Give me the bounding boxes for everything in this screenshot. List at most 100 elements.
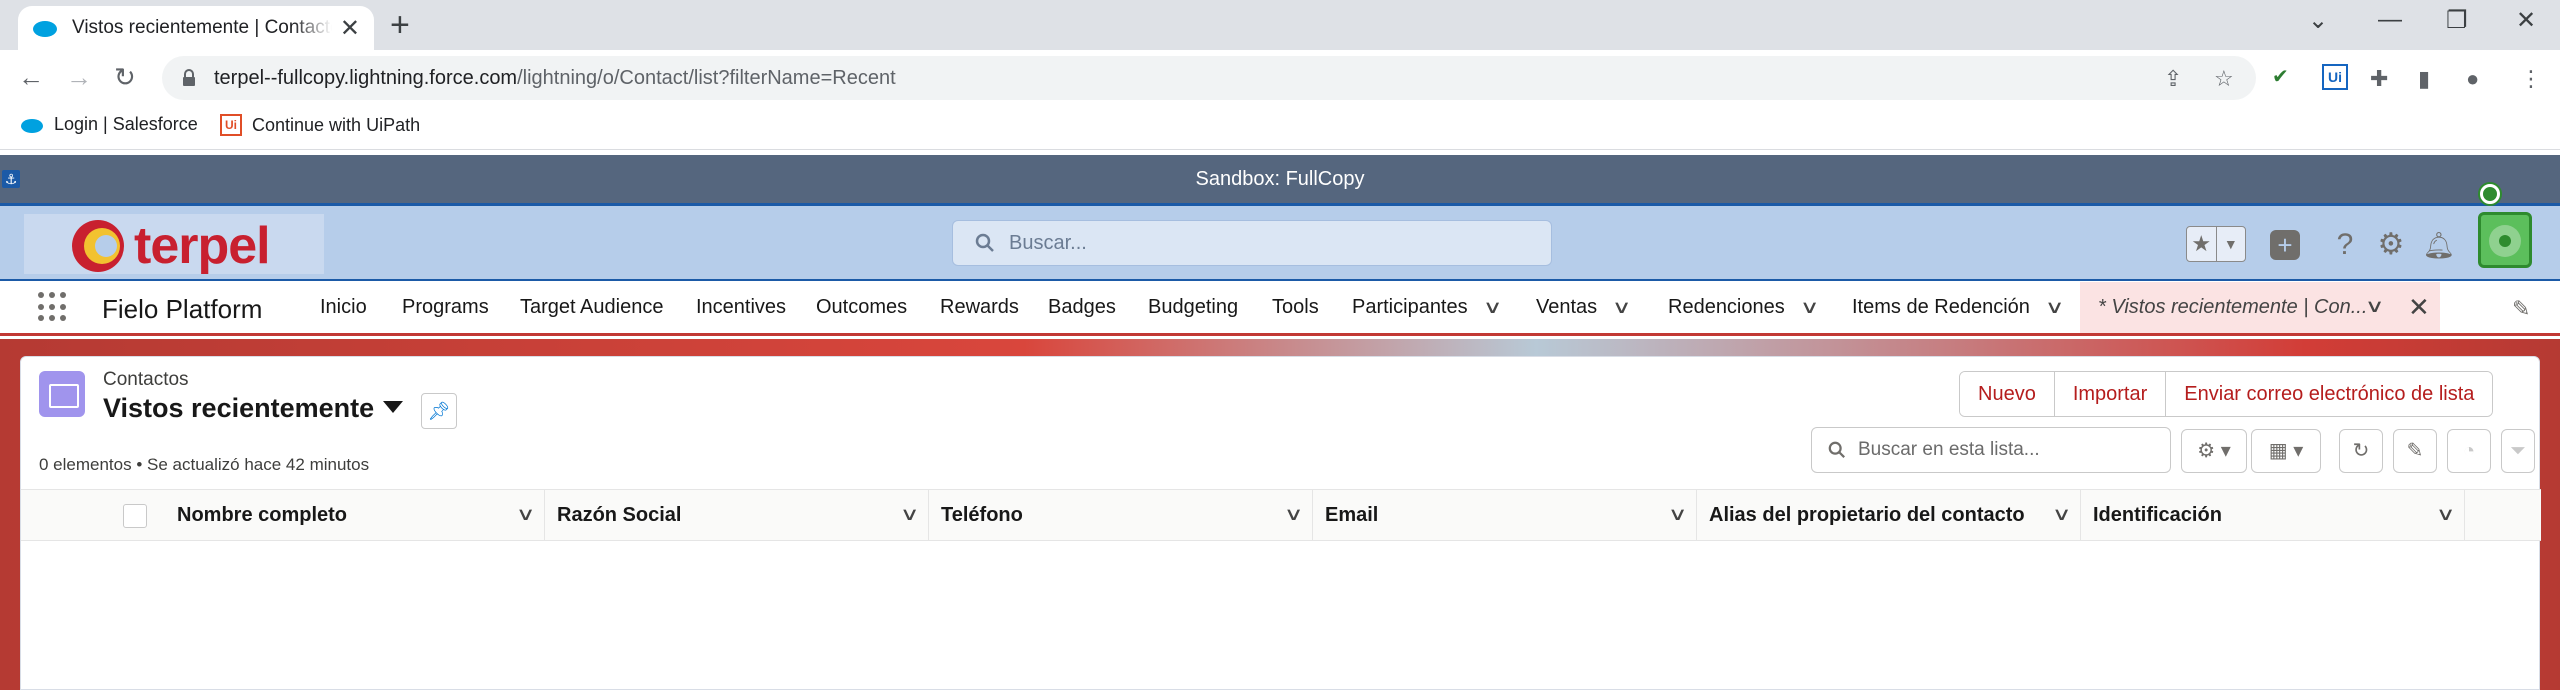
nav-item-incentives[interactable]: Incentives <box>696 296 786 319</box>
favorites-button-group[interactable]: ★ ▼ <box>2186 226 2246 262</box>
extensions-puzzle-icon[interactable]: ✚ <box>2370 66 2388 92</box>
edit-nav-pencil-icon[interactable]: ✎ <box>2512 296 2530 322</box>
nav-item-budgeting[interactable]: Budgeting <box>1148 296 1238 319</box>
chevron-down-icon[interactable]: ∨ <box>516 504 536 525</box>
favorites-list-chevron-icon[interactable]: ▼ <box>2215 227 2246 261</box>
bookmark-star-icon[interactable]: ☆ <box>2214 66 2234 92</box>
chevron-down-icon[interactable]: ∨ <box>2045 297 2065 318</box>
extension-check-icon[interactable]: ✔ <box>2272 64 2298 90</box>
column-label: Email <box>1325 504 1379 526</box>
send-list-email-button[interactable]: Enviar correo electrónico de lista <box>2165 372 2493 416</box>
bookmark-uipath[interactable]: Ui Continue with UiPath <box>220 114 420 136</box>
chevron-down-icon[interactable]: ∨ <box>1612 297 1632 318</box>
column-header[interactable]: Teléfono ∨ <box>929 490 1313 540</box>
pin-list-button[interactable]: 📌︎ <box>421 393 457 429</box>
list-meta-status: 0 elementos • Se actualizó hace 42 minut… <box>39 455 370 474</box>
side-panel-icon[interactable]: ▮ <box>2418 66 2430 92</box>
global-header: terpel Buscar... ★ ▼ + ? ⚙ 🔔︎ <box>0 203 2560 281</box>
chevron-down-icon[interactable]: ∨ <box>1482 297 1502 318</box>
share-icon[interactable]: ⇪ <box>2164 66 2182 92</box>
nav-item-badges[interactable]: Badges <box>1048 296 1116 319</box>
charts-icon[interactable]: ◔ <box>2447 429 2491 473</box>
browser-tab-strip: Vistos recientemente | Contactos | Sales… <box>0 0 2560 50</box>
list-view-title[interactable]: Vistos recientemente <box>103 393 374 424</box>
close-tab-icon[interactable]: ✕ <box>340 14 360 43</box>
uipath-extension-icon[interactable]: Ui <box>2322 64 2348 90</box>
avatar-icon <box>2489 225 2521 257</box>
app-launcher-icon[interactable] <box>38 292 68 322</box>
refresh-icon[interactable]: ↻ <box>2339 429 2383 473</box>
chevron-down-icon[interactable]: ∨ <box>900 504 920 525</box>
column-header[interactable]: Nombre completo ∨ <box>165 490 545 540</box>
close-tab-icon[interactable]: ✕ <box>2408 292 2430 323</box>
favorites-star-icon[interactable]: ★ <box>2187 227 2216 261</box>
recording-indicator-icon <box>2480 184 2500 204</box>
global-actions-plus-icon[interactable]: + <box>2270 230 2300 260</box>
display-as-table-icon[interactable]: ▦ ▾ <box>2251 429 2321 473</box>
list-controls-gear-icon[interactable]: ⚙ ▾ <box>2181 429 2247 473</box>
close-window-icon[interactable]: ✕ <box>2516 6 2536 35</box>
logo-text: terpel <box>134 217 271 275</box>
list-view-picker-caret-icon[interactable] <box>383 401 403 413</box>
list-view-card: Contactos Vistos recientemente 📌︎ 0 elem… <box>20 356 2541 690</box>
chevron-down-icon[interactable]: ∨ <box>1668 504 1688 525</box>
filter-icon[interactable]: ⏷ <box>2501 429 2535 473</box>
column-label: Identificación <box>2093 504 2222 526</box>
nav-item-label: Items de Redención <box>1852 296 2030 318</box>
reload-icon[interactable]: ↻ <box>114 62 136 93</box>
browser-toolbar: ← → ↻ terpel--fullcopy.lightning.force.c… <box>0 50 2560 106</box>
column-header[interactable]: Razón Social ∨ <box>545 490 929 540</box>
active-tab-label: * Vistos recientemente | Con... <box>2098 296 2368 318</box>
select-all-checkbox[interactable] <box>123 504 147 528</box>
table-header: Nombre completo ∨ Razón Social ∨ Teléfon… <box>21 489 2541 541</box>
nav-item-rewards[interactable]: Rewards <box>940 296 1019 319</box>
new-tab-button[interactable]: + <box>390 8 410 42</box>
notifications-bell-icon[interactable]: 🔔︎ <box>2422 228 2456 262</box>
column-header[interactable]: Identificación ∨ <box>2081 490 2465 540</box>
column-header[interactable]: Email ∨ <box>1313 490 1697 540</box>
nav-item-inicio[interactable]: Inicio <box>320 296 367 319</box>
company-logo[interactable]: terpel <box>70 216 271 276</box>
minimize-icon[interactable]: — <box>2378 6 2402 34</box>
column-label: Razón Social <box>557 504 682 526</box>
profile-icon[interactable]: ● <box>2466 66 2479 92</box>
nav-item-ventas[interactable]: Ventas ∨ <box>1536 296 1632 319</box>
import-button[interactable]: Importar <box>2053 372 2166 416</box>
user-avatar[interactable] <box>2478 212 2532 268</box>
nav-item-participantes[interactable]: Participantes ∨ <box>1352 296 1502 319</box>
new-button[interactable]: Nuevo <box>1960 372 2054 416</box>
edit-list-pencil-icon[interactable]: ✎ <box>2393 429 2437 473</box>
nav-item-redenciones[interactable]: Redenciones ∨ <box>1668 296 1819 319</box>
setup-gear-icon[interactable]: ⚙ <box>2374 228 2408 262</box>
nav-item-tools[interactable]: Tools <box>1272 296 1319 319</box>
nav-item-items-de-redencion[interactable]: Items de Redención ∨ <box>1852 296 2064 319</box>
object-label: Contactos <box>103 369 189 390</box>
list-search-input[interactable]: Buscar en esta lista... <box>1811 427 2171 473</box>
column-label: Alias del propietario del contacto <box>1709 504 2025 526</box>
nav-item-label: Redenciones <box>1668 296 1785 318</box>
bookmark-salesforce-login[interactable]: Login | Salesforce <box>20 114 198 135</box>
search-icon <box>1828 441 1845 458</box>
forward-icon[interactable]: → <box>66 62 92 93</box>
chevron-down-icon[interactable]: ∨ <box>2365 296 2385 317</box>
nav-item-label: Ventas <box>1536 296 1598 318</box>
url-text: terpel--fullcopy.lightning.force.com/lig… <box>214 66 896 89</box>
menu-kebab-icon[interactable]: ⋮ <box>2520 66 2542 92</box>
chevron-down-icon[interactable]: ∨ <box>1284 504 1304 525</box>
column-header[interactable]: Alias del propietario del contacto ∨ <box>1697 490 2081 540</box>
nav-item-programs[interactable]: Programs <box>402 296 489 319</box>
nav-item-outcomes[interactable]: Outcomes <box>816 296 907 319</box>
tab-search-icon[interactable]: ⌄ <box>2308 6 2328 35</box>
help-icon[interactable]: ? <box>2328 228 2362 262</box>
restore-icon[interactable]: ❐ <box>2446 6 2468 35</box>
chevron-down-icon[interactable]: ∨ <box>2436 504 2456 525</box>
global-search-input[interactable]: Buscar... <box>952 220 1552 266</box>
column-label: Nombre completo <box>177 504 348 526</box>
chevron-down-icon[interactable]: ∨ <box>2052 504 2072 525</box>
nav-tab-active[interactable]: * Vistos recientemente | Con... ∨ ✕ <box>2080 282 2440 333</box>
browser-tab[interactable]: Vistos recientemente | Contactos | Sales… <box>18 6 374 50</box>
chevron-down-icon[interactable]: ∨ <box>1799 297 1819 318</box>
nav-item-target-audience[interactable]: Target Audience <box>520 296 663 319</box>
address-bar[interactable]: terpel--fullcopy.lightning.force.com/lig… <box>162 56 2256 100</box>
back-icon[interactable]: ← <box>18 62 44 93</box>
